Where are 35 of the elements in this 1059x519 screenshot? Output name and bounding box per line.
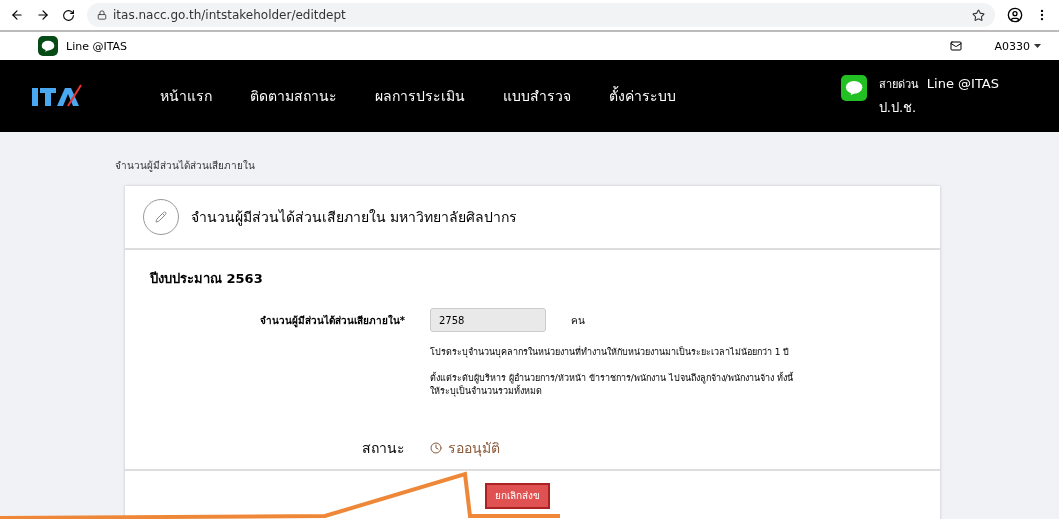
reload-icon[interactable] xyxy=(62,8,75,22)
nav-link[interactable]: หน้าแรก xyxy=(160,85,212,107)
user-menu[interactable]: A0330 xyxy=(994,39,1041,53)
breadcrumb: จำนวนผู้มีส่วนได้ส่วนเสียภายใน xyxy=(115,160,255,171)
chat-bubble-icon xyxy=(840,74,867,101)
caret-icon xyxy=(1034,44,1041,48)
unit-text: คน xyxy=(571,313,586,328)
brand-text: Line @ITAS xyxy=(66,39,128,53)
org-name: ป.ป.ช. xyxy=(878,98,918,117)
nav-link[interactable]: ผลการประเมิน xyxy=(375,85,465,107)
nav-link[interactable]: แบบสำรวจ xyxy=(503,85,571,107)
nav-link[interactable]: ติดตามสถานะ xyxy=(250,85,337,107)
profile-icon[interactable] xyxy=(1007,7,1023,23)
url-text: itas.nacc.go.th/intstakeholder/editdept xyxy=(113,8,346,22)
hotline-label: สายด่วน xyxy=(878,76,919,93)
field-label: จำนวนผู้มีส่วนได้ส่วนเสียภายใน* xyxy=(258,313,405,328)
lock-icon xyxy=(97,10,107,20)
star-icon[interactable] xyxy=(972,8,985,22)
back-icon[interactable] xyxy=(10,8,24,22)
address-bar[interactable]: itas.nacc.go.th/intstakeholder/editdept xyxy=(87,3,995,27)
logo-icon xyxy=(32,84,82,108)
card-title: จำนวนผู้มีส่วนได้ส่วนเสียภายใน มหาวิทยาลัยศิลปากร xyxy=(191,208,518,228)
cancel-button[interactable]: ยกเลิกส่งข xyxy=(485,482,550,509)
status-label: สถานะ xyxy=(361,438,405,458)
clock-icon xyxy=(430,441,442,454)
status-text: รออนุมัติ xyxy=(448,438,500,459)
hotline-name: Line @ITAS xyxy=(926,75,999,91)
input-field[interactable]: 2758 xyxy=(430,308,546,332)
nav-link[interactable]: ตั้งค่าระบบ xyxy=(609,85,676,107)
help-text: โปรดระบุจำนวนบุคลากรในหน่วยงานที่ทำงานให้กับหน่วยงานมาเป็นระยะเวลาไม่น้อยกว่า 1 ปี xyxy=(430,346,791,360)
chat-bubble-icon xyxy=(38,36,58,56)
mail-icon[interactable] xyxy=(950,40,963,52)
forward-icon[interactable] xyxy=(36,8,50,22)
help-text: ตั้งแต่ระดับผู้บริหาร ผู้อำนวยการ/หัวหน้า ข้าราชการ/พนักงาน ไปจนถึงลูกจ้าง/พนักงานจ้าง ทั้งนี้ ให้ระบุเป็นจำนวนรวมทั้งหมด xyxy=(430,371,794,399)
budget-year: ปีงบประมาณ 2563 xyxy=(150,271,263,286)
